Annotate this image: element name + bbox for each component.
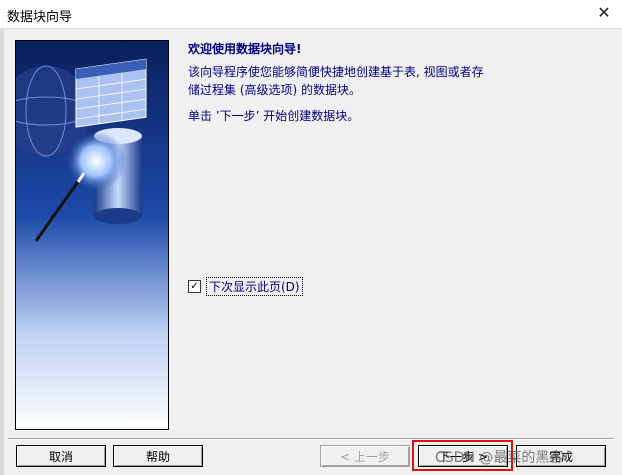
show-next-time-label[interactable]: 下次显示此页(D) bbox=[206, 277, 303, 296]
footer-divider bbox=[8, 438, 614, 440]
wizard-heading: 欢迎使用数据块向导! bbox=[188, 42, 302, 56]
wizard-instruction: 单击 ’下一步’ 开始创建数据块。 bbox=[188, 109, 360, 123]
cancel-button[interactable]: 取消 bbox=[16, 445, 106, 467]
help-button[interactable]: 帮助 bbox=[113, 445, 203, 467]
back-button: < 上一步 bbox=[320, 445, 410, 467]
table-graphic bbox=[75, 58, 147, 128]
window-title: 数据块向导 bbox=[7, 10, 73, 25]
wizard-description: 该向导程序使您能够简便快捷地创建基于表, 视图或者存储过程集 (高级选项) 的数… bbox=[188, 65, 484, 97]
finish-button[interactable]: 完成 bbox=[516, 445, 606, 467]
window-left-edge bbox=[0, 28, 4, 475]
show-next-time-checkbox[interactable]: ✓ bbox=[188, 280, 201, 293]
close-button[interactable]: ✕ bbox=[592, 2, 616, 24]
title-bar: 数据块向导 ✕ bbox=[0, 0, 622, 29]
sparkle-glow bbox=[66, 131, 126, 191]
next-button-highlight bbox=[412, 440, 513, 471]
show-next-time-option[interactable]: ✓ 下次显示此页(D) bbox=[188, 277, 303, 296]
wizard-illustration bbox=[15, 40, 169, 430]
